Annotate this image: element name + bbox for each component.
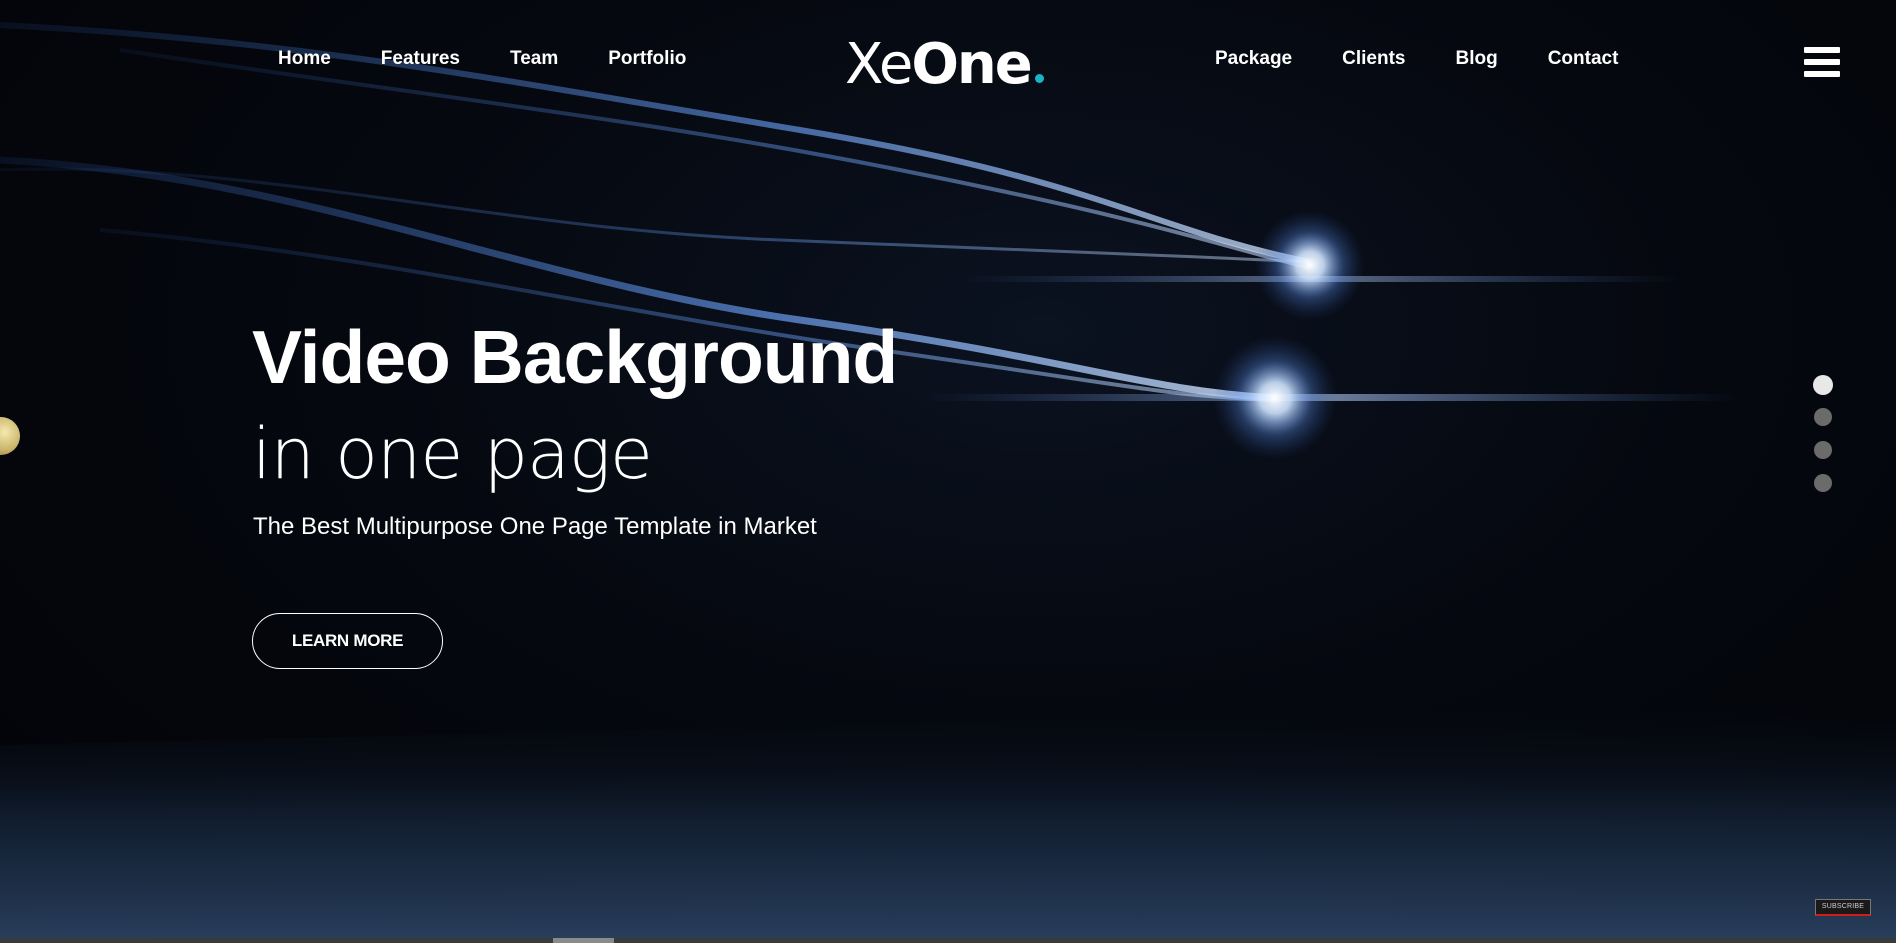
nav-link-blog[interactable]: Blog <box>1455 47 1497 71</box>
nav-link-portfolio[interactable]: Portfolio <box>608 47 686 71</box>
nav-link-team[interactable]: Team <box>510 47 558 71</box>
hamburger-icon[interactable] <box>1804 47 1840 77</box>
nav-link-contact[interactable]: Contact <box>1548 47 1619 71</box>
section-dot-nav <box>1813 375 1834 507</box>
primary-nav-left: Home Features Team Portfolio <box>278 47 686 71</box>
section-dot-2[interactable] <box>1814 408 1832 426</box>
nav-link-home[interactable]: Home <box>278 47 331 71</box>
site-logo[interactable]: Xe One <box>845 33 1044 97</box>
nav-link-clients[interactable]: Clients <box>1342 47 1405 71</box>
section-dot-3[interactable] <box>1814 441 1832 459</box>
subscribe-badge[interactable]: SUBSCRIBE <box>1815 899 1871 916</box>
hero-section: Home Features Team Portfolio Xe One Packa… <box>0 0 1896 943</box>
section-dot-4[interactable] <box>1814 474 1832 492</box>
nav-link-package[interactable]: Package <box>1215 47 1292 71</box>
hero-subtitle: in one page <box>252 413 653 495</box>
hamburger-bar <box>1804 71 1840 77</box>
hero-title: Video Background <box>252 315 898 399</box>
hero-tagline: The Best Multipurpose One Page Template … <box>253 513 817 540</box>
hamburger-bar <box>1804 47 1840 53</box>
video-progress-fill <box>553 938 614 943</box>
logo-dot <box>1034 74 1044 83</box>
section-dot-1[interactable] <box>1813 375 1833 395</box>
primary-nav-right: Package Clients Blog Contact <box>1215 47 1618 71</box>
logo-text-light: Xe <box>845 32 913 97</box>
hamburger-bar <box>1804 59 1840 65</box>
learn-more-button[interactable]: LEARN MORE <box>252 613 443 669</box>
video-progress-bar[interactable] <box>0 938 1896 943</box>
logo-text-bold: One <box>911 32 1032 97</box>
nav-link-features[interactable]: Features <box>381 47 460 71</box>
